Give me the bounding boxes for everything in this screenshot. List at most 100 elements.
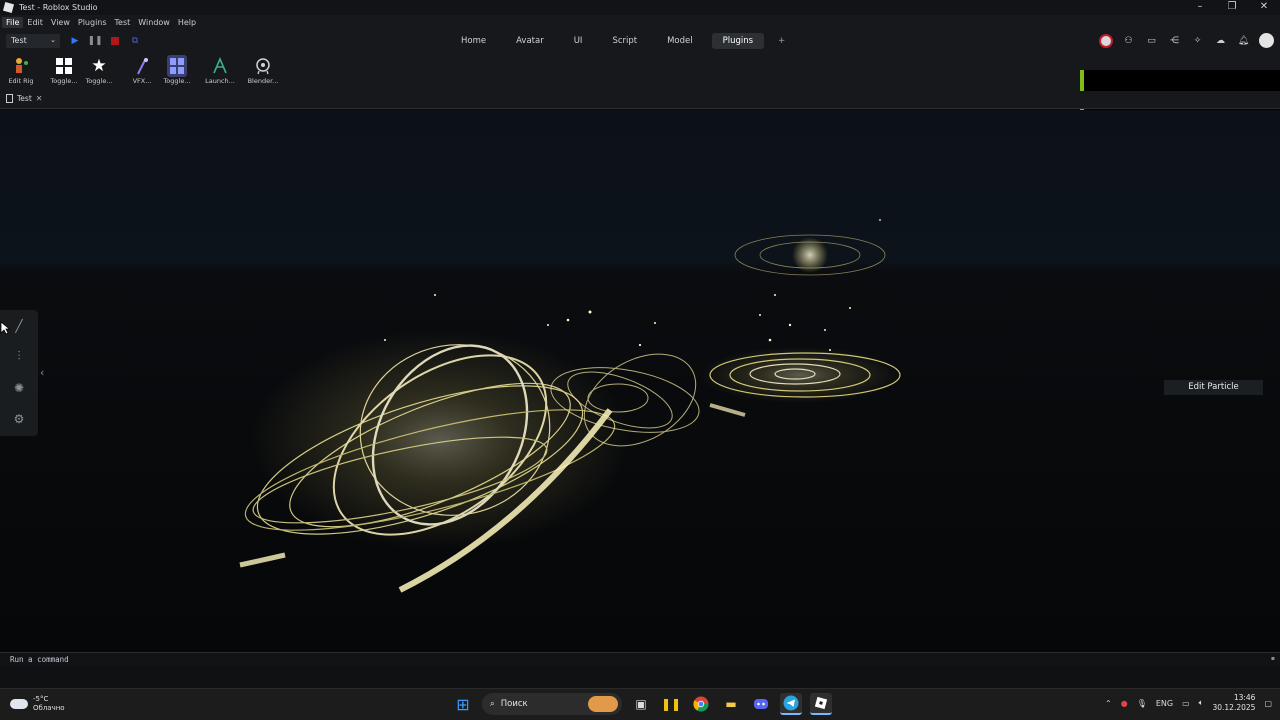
toggle-grid-label: Toggle...: [50, 77, 78, 85]
weather-desc: Облачно: [33, 704, 65, 712]
menu-help[interactable]: Help: [174, 17, 200, 28]
weather-temp: -5°C: [33, 695, 49, 703]
file-explorer-icon[interactable]: ▬: [720, 693, 742, 715]
microphone-icon[interactable]: 🎙︎: [1137, 699, 1147, 708]
profile-avatar-icon[interactable]: [1099, 33, 1113, 48]
roblox-studio-taskbar-icon[interactable]: [810, 693, 832, 715]
command-input[interactable]: Run a command: [10, 655, 69, 664]
grid-icon: [47, 55, 81, 77]
settings-gear-icon[interactable]: ⚙: [0, 403, 38, 434]
tab-avatar[interactable]: Avatar: [505, 33, 555, 49]
doc-tab-test[interactable]: Test ✕: [6, 94, 42, 103]
client-server-icon[interactable]: ⧉: [128, 34, 142, 48]
share-icon[interactable]: ⋲: [1167, 33, 1182, 48]
menu-bar: File Edit View Plugins Test Window Help: [0, 15, 1280, 29]
rig-icon: [4, 55, 38, 77]
discord-icon[interactable]: [750, 693, 772, 715]
pause-icon[interactable]: ❚❚: [87, 34, 102, 48]
toggle-star-button[interactable]: ★ Toggle...: [82, 55, 116, 89]
blender-label: Blender...: [247, 77, 279, 85]
3d-viewport[interactable]: ╱ ⫶ ✺ ⚙ ‹ Edit Particle: [0, 110, 1280, 652]
tray-app-icon[interactable]: ●: [1121, 699, 1128, 708]
chat-icon[interactable]: ▭: [1144, 33, 1159, 48]
taskbar-search[interactable]: ⌕ Поиск: [482, 693, 622, 715]
star-icon: ★: [91, 56, 107, 76]
layout-icon: [167, 55, 187, 77]
menu-edit[interactable]: Edit: [23, 17, 47, 28]
launch-icon: [203, 55, 237, 77]
edit-particle-button[interactable]: Edit Particle: [1164, 380, 1263, 395]
search-highlight-icon: [588, 696, 618, 712]
clock-date: 30.12.2025: [1212, 703, 1256, 712]
system-clock[interactable]: 13:46 30.12.2025: [1212, 693, 1255, 713]
tab-script[interactable]: Script: [601, 33, 648, 49]
telegram-icon[interactable]: [780, 693, 802, 715]
command-expand-icon[interactable]: ▪: [1271, 655, 1275, 662]
menu-window[interactable]: Window: [134, 17, 174, 28]
task-view-icon[interactable]: ▣: [630, 693, 652, 715]
widgets-icon[interactable]: ❚❚: [660, 693, 682, 715]
vfx-label: VFX...: [132, 77, 152, 85]
particle-effects-render: [239, 219, 901, 593]
command-bar[interactable]: Run a command ▪: [0, 652, 1280, 666]
place-file-icon: [6, 94, 13, 103]
doc-tab-label: Test: [17, 94, 32, 103]
toggle-layout-label: Toggle...: [163, 77, 191, 85]
windows-start-icon[interactable]: ⊞: [452, 693, 474, 715]
menu-file[interactable]: File: [2, 16, 24, 28]
mode-dropdown[interactable]: Test ⌄: [6, 34, 60, 48]
tab-home[interactable]: Home: [450, 33, 497, 49]
blender-button[interactable]: Blender...: [246, 55, 280, 89]
top-right-icons: ⚇ ▭ ⋲ ✧ ☁ 🔔︎: [1099, 33, 1274, 48]
top-toolbar: Test ⌄ ▶ ❚❚ ⧉ Home Avatar UI Script Mode…: [0, 29, 1280, 53]
launch-label: Launch...: [205, 77, 235, 85]
edit-rig-label: Edit Rig: [8, 77, 34, 85]
toggle-grid-button[interactable]: Toggle...: [47, 55, 81, 89]
document-tabs: Test ✕: [0, 91, 1280, 109]
close-icon[interactable]: ✕: [1248, 0, 1280, 15]
weather-widget[interactable]: -5°C Облачно: [10, 695, 65, 713]
tab-model[interactable]: Model: [656, 33, 704, 49]
vfx-wand-icon: [125, 55, 159, 77]
notifications-icon[interactable]: 🔔︎: [1236, 33, 1251, 48]
cloud-weather-icon: [10, 699, 28, 709]
launch-button[interactable]: Launch...: [203, 55, 237, 89]
sliders-tool-icon[interactable]: ⫶: [0, 341, 38, 372]
collapse-chevron-icon[interactable]: ‹: [40, 366, 44, 379]
edit-rig-button[interactable]: Edit Rig: [4, 55, 38, 89]
more-tabs-icon[interactable]: +: [772, 33, 791, 49]
assistant-icon[interactable]: ✧: [1190, 33, 1205, 48]
toggle-layout-button[interactable]: Toggle...: [160, 55, 194, 89]
tab-ui[interactable]: UI: [563, 33, 594, 49]
menu-plugins[interactable]: Plugins: [74, 17, 111, 28]
mode-dropdown-value: Test: [11, 36, 27, 45]
cloud-icon[interactable]: ☁: [1213, 33, 1228, 48]
volume-icon[interactable]: 🔈︎: [1199, 698, 1204, 708]
menu-test[interactable]: Test: [111, 17, 135, 28]
playback-controls: ▶ ❚❚ ⧉: [68, 34, 142, 48]
close-icon[interactable]: ✕: [36, 94, 43, 103]
user-avatar-icon[interactable]: [1259, 33, 1274, 48]
chevron-up-icon[interactable]: ⌃: [1105, 699, 1112, 708]
network-icon[interactable]: ▭: [1182, 699, 1190, 708]
vfx-button[interactable]: VFX...: [125, 55, 159, 89]
menu-view[interactable]: View: [47, 17, 74, 28]
language-indicator[interactable]: ENG: [1156, 699, 1173, 708]
tab-plugins[interactable]: Plugins: [711, 33, 765, 49]
blender-icon: [246, 55, 280, 77]
stop-icon[interactable]: [108, 34, 122, 48]
maximize-icon[interactable]: ❐: [1216, 0, 1248, 15]
search-label: Поиск: [500, 699, 528, 709]
search-icon: ⌕: [490, 699, 495, 709]
minimize-icon[interactable]: –: [1184, 0, 1216, 15]
toggle-star-label: Toggle...: [85, 77, 113, 85]
notification-bell-icon[interactable]: ▢: [1264, 699, 1272, 708]
chrome-icon[interactable]: [690, 693, 712, 715]
chevron-down-icon: ⌄: [50, 36, 56, 44]
play-icon[interactable]: ▶: [68, 34, 82, 48]
particle-tool-icon[interactable]: ✺: [0, 372, 38, 403]
ribbon-tabs: Home Avatar UI Script Model Plugins +: [450, 33, 799, 49]
window-controls: – ❐ ✕: [1184, 0, 1280, 15]
roblox-studio-icon: [2, 1, 15, 14]
collaborators-icon[interactable]: ⚇: [1121, 33, 1136, 48]
